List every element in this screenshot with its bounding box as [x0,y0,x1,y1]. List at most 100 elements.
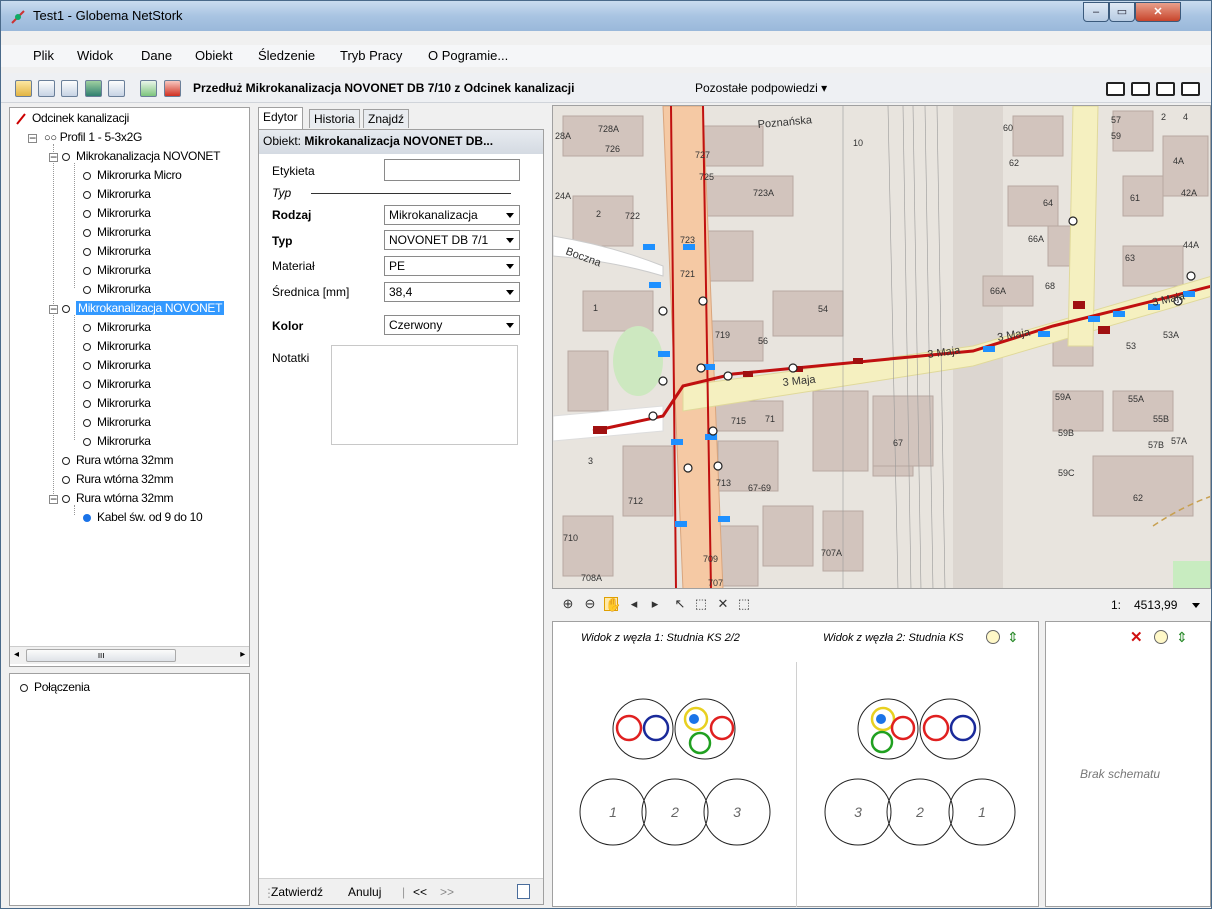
tree-item-label: Mikrorurka Micro [97,168,182,182]
tab-edytor[interactable]: Edytor [258,107,303,129]
map-label: 10 [853,138,863,148]
map-view[interactable]: Poznańska Boczna 3 Maja 3 Maja 3 Maja 3 … [552,105,1211,589]
minimize-button[interactable]: ‒ [1083,2,1109,22]
tree-root[interactable]: Odcinek kanalizacji [32,111,129,125]
tree-line [53,144,54,494]
toolbar-hint[interactable]: Przedłuż Mikrokanalizacja NOVONET DB 7/1… [193,81,574,95]
notes-icon[interactable] [517,884,530,899]
zoom-in-icon[interactable]: ⊕ [561,597,575,611]
back-icon[interactable]: ◂ [627,597,641,611]
cancel-button[interactable]: Anuluj [348,885,381,899]
close-icon[interactable]: ✕ [1130,628,1143,646]
menu-widok[interactable]: Widok [77,48,113,63]
layout-1-icon[interactable] [1106,82,1125,96]
tree-item[interactable]: Mikrorurka [83,396,151,410]
next-button[interactable]: >> [440,885,454,899]
image-icon[interactable] [85,80,102,97]
duct-diagram: 1 2 3 3 2 1 [579,698,1016,846]
tree-rura-1[interactable]: Rura wtórna 32mm [62,453,174,467]
menu-dane[interactable]: Dane [141,48,172,63]
scroll-thumb[interactable]: ııı [26,649,176,662]
tree-item[interactable]: Mikrorurka Micro [83,168,182,182]
map-label: 53 [1126,341,1136,351]
map-label: 1 [593,303,598,313]
tree-rura-2[interactable]: Rura wtórna 32mm [62,472,174,486]
connections-panel: Połączenia [9,673,250,906]
tree-item[interactable]: Mikrorurka [83,225,151,239]
layout-4-icon[interactable] [1181,82,1200,96]
tree-item[interactable]: Mikrorurka [83,434,151,448]
maximize-button[interactable]: ▭ [1109,2,1135,22]
tree-item[interactable]: Mikrorurka [83,358,151,372]
tree-item[interactable]: Mikrorurka [83,206,151,220]
expand-icon[interactable]: ⇕ [1176,628,1194,646]
select-arrow-icon[interactable]: ↖ [673,597,687,611]
menu-obiekt[interactable]: Obiekt [195,48,233,63]
notatki-field[interactable] [331,345,518,445]
close-button[interactable]: ✕ [1135,2,1181,22]
object-tree: Odcinek kanalizacji − ○○ Profil 1 - 5-3x… [9,107,250,667]
rodzaj-select[interactable]: Mikrokanalizacja [384,205,520,225]
prev-button[interactable]: << [413,885,427,899]
kolor-select[interactable]: Czerwony [384,315,520,335]
menu-plik[interactable]: Plik [33,48,54,63]
open-folder-icon[interactable] [15,80,32,97]
select-area-icon[interactable]: ⬚ [737,597,751,611]
zoom-out-icon[interactable]: ⊖ [583,597,597,611]
schema-panel: Widok z węzła 1: Studnia KS 2/2 Widok z … [552,621,1039,907]
material-label: Materiał [272,259,315,273]
print-icon[interactable] [61,80,78,97]
tree-item[interactable]: Mikrorurka [83,282,151,296]
delete-icon[interactable] [164,80,181,97]
map-label: 723 [680,235,695,245]
tree-mk1[interactable]: Mikrokanalizacja NOVONET [62,149,220,163]
horizontal-scrollbar[interactable]: ◂ ııı ▸ [10,646,249,664]
forward-icon[interactable]: ▸ [648,597,662,611]
map-label: 59B [1058,428,1074,438]
tree-rura-3[interactable]: Rura wtórna 32mm [62,491,174,505]
tab-historia[interactable]: Historia [309,109,360,128]
confirm-button[interactable]: Zatwierdź [271,885,323,899]
menu-sledzenie[interactable]: Śledzenie [258,48,315,63]
clear-selection-icon[interactable]: ✕ [716,597,730,611]
srednica-select[interactable]: 38,4 [384,282,520,302]
map-label: 4A [1173,156,1184,166]
map-canvas[interactable]: Poznańska Boczna 3 Maja 3 Maja 3 Maja 3 … [553,106,1211,589]
menu-tryb-pracy[interactable]: Tryb Pracy [340,48,402,63]
select-box-icon[interactable]: ⬚ [694,597,708,611]
connections-item[interactable]: Połączenia [20,680,90,694]
layout-2-icon[interactable] [1131,82,1150,96]
map-label: 44A [1183,240,1199,250]
typ-select[interactable]: NOVONET DB 7/1 [384,230,520,250]
tree-item-label: Mikrorurka [97,434,151,448]
collapse-toggle[interactable]: − [49,151,58,163]
more-hints-dropdown[interactable]: Pozostałe podpowiedzi ▾ [695,81,827,95]
document-icon[interactable] [38,80,55,97]
collapse-toggle[interactable]: − [49,493,58,505]
tree-mk2[interactable]: Mikrokanalizacja NOVONET [62,301,225,315]
zoom-preview-icon[interactable] [1154,630,1168,644]
etykieta-field[interactable] [384,159,520,181]
tree-line [74,163,75,288]
tree-item[interactable]: Mikrorurka [83,263,151,277]
tree-item[interactable]: Mikrorurka [83,187,151,201]
menu-o-programie[interactable]: O Pogramie... [428,48,508,63]
tree-item[interactable]: Mikrorurka [83,244,151,258]
save-icon[interactable] [108,80,125,97]
collapse-toggle[interactable]: − [49,303,58,315]
collapse-toggle[interactable]: − [28,132,37,144]
tree-item[interactable]: Mikrorurka [83,320,151,334]
tree-kabel[interactable]: Kabel św. od 9 do 10 [83,510,203,524]
layout-3-icon[interactable] [1156,82,1175,96]
map-label: 63 [1125,253,1135,263]
tree-profile[interactable]: ○○ Profil 1 - 5-3x2G [44,130,142,144]
tab-znajdz[interactable]: Znajdź [363,109,410,128]
tree-rura-label: Rura wtórna 32mm [76,472,174,486]
tree-item[interactable]: Mikrorurka [83,415,151,429]
pan-hand-icon[interactable]: ✋ [604,597,621,612]
material-select[interactable]: PE [384,256,520,276]
add-icon[interactable] [140,80,157,97]
scale-select[interactable]: 4513,99 [1129,594,1205,615]
tree-item[interactable]: Mikrorurka [83,377,151,391]
tree-item[interactable]: Mikrorurka [83,339,151,353]
